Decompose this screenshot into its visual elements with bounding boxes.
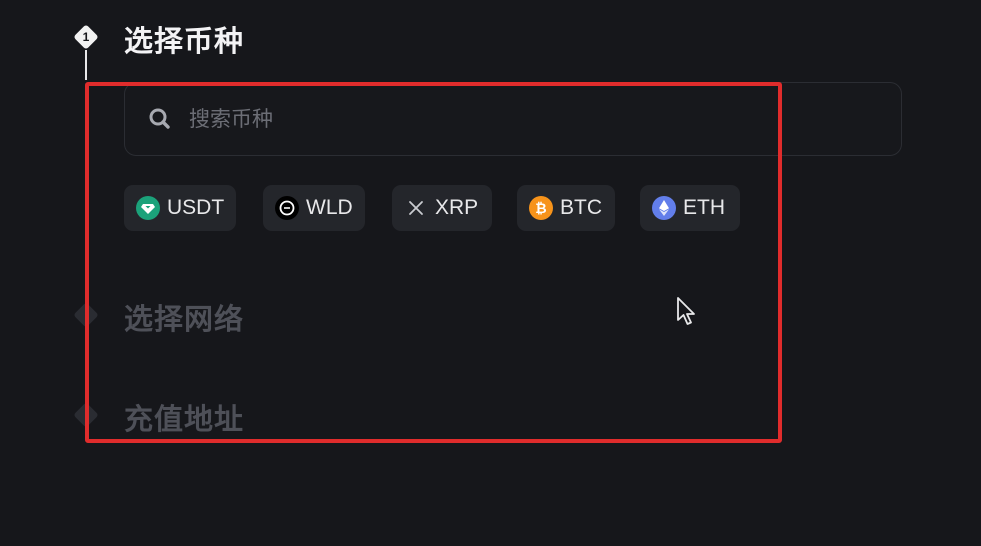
coin-chip-usdt[interactable]: USDT: [124, 185, 236, 231]
coin-chip-wld[interactable]: WLD: [263, 185, 365, 231]
step-2-title[interactable]: 选择网络: [124, 296, 244, 338]
step-2-number: 2: [82, 308, 90, 322]
coin-chip-label: XRP: [435, 196, 479, 219]
coin-chip-label: BTC: [560, 196, 602, 219]
coin-chip-eth[interactable]: ETH: [640, 185, 740, 231]
wld-icon: [275, 196, 299, 220]
coin-chip-xrp[interactable]: XRP: [392, 185, 492, 231]
coin-search-box[interactable]: [124, 82, 902, 156]
coin-chip-label: WLD: [306, 196, 353, 219]
search-icon: [147, 106, 173, 132]
step-3-marker: 3: [73, 402, 99, 428]
step-1-title: 选择币种: [124, 24, 245, 58]
xrp-icon: [404, 196, 428, 220]
stepper-line: [85, 50, 87, 80]
step-3-number: 3: [82, 408, 90, 422]
usdt-icon: [136, 196, 160, 220]
svg-text:₿: ₿: [535, 200, 546, 216]
step-1-number: 1: [82, 30, 90, 44]
step-3-title[interactable]: 充值地址: [124, 396, 244, 438]
mouse-cursor-icon: [676, 296, 698, 328]
coin-search-input[interactable]: [187, 106, 791, 132]
step-2-marker: 2: [73, 302, 99, 328]
eth-icon: [652, 196, 676, 220]
coin-chip-label: USDT: [167, 196, 225, 219]
coin-chip-btc[interactable]: ₿ BTC: [517, 185, 615, 231]
btc-icon: ₿: [529, 196, 553, 220]
step-1-marker: 1: [73, 24, 99, 50]
coin-chip-label: ETH: [683, 196, 725, 219]
